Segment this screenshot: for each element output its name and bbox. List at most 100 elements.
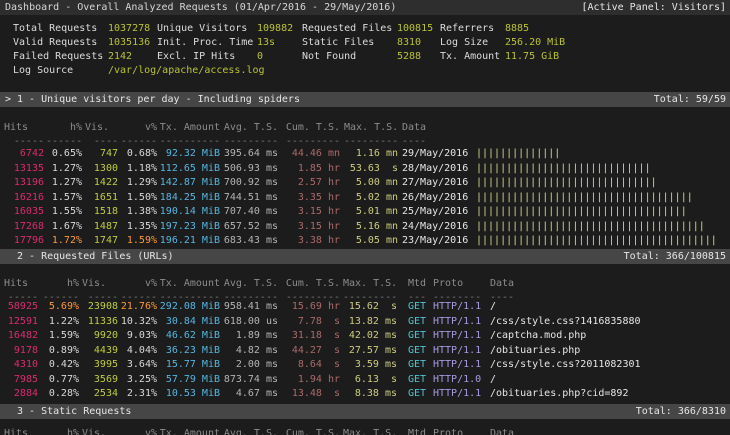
- table-row[interactable]: 131351.27%13001.18%112.65 MiB506.93 ms1.…: [0, 162, 730, 176]
- cell-h_pct: 0.89%: [42, 344, 79, 358]
- cell-h_pct: 0.77%: [42, 373, 79, 387]
- cell-mtd: GET: [408, 344, 433, 358]
- table-row[interactable]: 589255.69%2390821.76%292.08 MiB958.41 ms…: [0, 300, 730, 314]
- cell-bars: ||||||||||||||||||||||||||||||||||||: [476, 191, 728, 205]
- cell-bars: ||||||||||||||||||||||||||||||||||||||||: [476, 234, 728, 248]
- cell-cum: 15.69 hr: [282, 300, 340, 314]
- column-header-row: Hitsh%Vis.v%Tx. AmountAvg. T.S.Cum. T.S.…: [0, 427, 730, 435]
- table-row[interactable]: 162161.57%16511.50%184.25 MiB744.51 ms3.…: [0, 191, 730, 205]
- cell-proto: HTTP/1.1: [433, 329, 488, 343]
- column-header-proto: Proto: [433, 427, 488, 435]
- cell-tx: 92.32 MiB: [158, 147, 220, 161]
- column-header-hits: Hits: [4, 427, 38, 435]
- table-row[interactable]: 91780.89%44394.04%36.23 MiB4.82 ms44.27 …: [0, 344, 730, 358]
- cell-cum: 3.15 hr: [282, 220, 340, 234]
- cell-proto: HTTP/1.0: [433, 373, 488, 387]
- cell-v_pct: 1.18%: [120, 162, 157, 176]
- table-row[interactable]: 79850.77%35693.25%57.79 MiB873.74 ms1.94…: [0, 373, 730, 387]
- cell-hits: 17268: [4, 220, 44, 234]
- cell-avg: 873.74 ms: [222, 373, 278, 387]
- cell-tx: 10.53 MiB: [158, 387, 220, 401]
- cell-data: 23/May/2016: [402, 234, 472, 248]
- cell-bars: ||||||||||||||: [476, 147, 728, 161]
- active-panel-indicator: [Active Panel: Visitors]: [582, 0, 727, 15]
- cell-max: 15.62 s: [343, 300, 397, 314]
- column-header-tx: Tx. Amount: [158, 121, 220, 135]
- cell-tx: 292.08 MiB: [158, 300, 220, 314]
- column-header-tx: Tx. Amount: [158, 427, 220, 435]
- panel-1-title: 1 - Unique visitors per day - Including …: [17, 92, 300, 107]
- cell-hits: 2884: [4, 387, 38, 401]
- table-row[interactable]: 160351.55%15181.38%190.14 MiB707.40 ms3.…: [0, 205, 730, 219]
- cell-cum: 1.94 hr: [282, 373, 340, 387]
- cell-tx: 15.77 MiB: [158, 358, 220, 372]
- cell-mtd: GET: [408, 373, 433, 387]
- cell-url: /css/style.css?2011082301: [490, 358, 728, 372]
- column-header-hits: Hits: [4, 277, 38, 291]
- table-row[interactable]: 172681.67%14871.35%197.23 MiB657.52 ms3.…: [0, 220, 730, 234]
- column-header-h_pct: h%: [42, 427, 79, 435]
- column-header-row: Hitsh%Vis.v%Tx. AmountAvg. T.S.Cum. T.S.…: [0, 277, 730, 291]
- title-bar: Dashboard - Overall Analyzed Requests (0…: [0, 0, 730, 15]
- cell-vis: 1422: [85, 176, 118, 190]
- summary-row: Valid Requests1035136Init. Proc. Time13s…: [0, 36, 730, 50]
- cell-h_pct: 5.69%: [42, 300, 79, 314]
- cell-cum: 44.46 mn: [282, 147, 340, 161]
- cell-avg: 4.67 ms: [222, 387, 278, 401]
- cell-max: 27.57 ms: [343, 344, 397, 358]
- cell-v_pct: 1.59%: [120, 234, 157, 248]
- cell-vis: 9920: [82, 329, 118, 343]
- panel-3-total: Total: 366/8310: [636, 404, 726, 419]
- cell-vis: 1651: [85, 191, 118, 205]
- cell-v_pct: 1.38%: [120, 205, 157, 219]
- cell-proto: HTTP/1.1: [433, 300, 488, 314]
- cell-data: 27/May/2016: [402, 176, 472, 190]
- panel-1-header[interactable]: > 1 - Unique visitors per day - Includin…: [0, 92, 730, 107]
- table-row[interactable]: 43100.42%39953.64%15.77 MiB2.00 ms8.64 s…: [0, 358, 730, 372]
- cell-vis: 1518: [85, 205, 118, 219]
- panel-1-total: Total: 59/59: [654, 92, 726, 107]
- table-row[interactable]: 131961.27%14221.29%142.87 MiB700.92 ms2.…: [0, 176, 730, 190]
- column-header-data: Data: [402, 121, 472, 135]
- cell-proto: HTTP/1.1: [433, 344, 488, 358]
- cell-avg: 958.41 ms: [222, 300, 278, 314]
- cell-max: 1.16 mn: [344, 147, 398, 161]
- cell-avg: 744.51 ms: [222, 191, 278, 205]
- column-header-proto: Proto: [433, 277, 488, 291]
- cell-max: 13.82 ms: [343, 315, 397, 329]
- cell-tx: 184.25 MiB: [158, 191, 220, 205]
- cell-avg: 618.00 us: [222, 315, 278, 329]
- table-row[interactable]: 177961.72%17471.59%196.21 MiB683.43 ms3.…: [0, 234, 730, 248]
- cell-h_pct: 1.27%: [46, 162, 82, 176]
- table-row[interactable]: 164821.59%99209.03%46.62 MiB1.89 ms31.18…: [0, 329, 730, 343]
- cell-max: 5.02 mn: [344, 191, 398, 205]
- cell-url: /obituaries.php: [490, 344, 728, 358]
- table-row[interactable]: 125911.22%1133610.32%30.84 MiB618.00 us7…: [0, 315, 730, 329]
- cell-cum: 3.35 hr: [282, 191, 340, 205]
- cell-data: 29/May/2016: [402, 147, 472, 161]
- panel-3-header[interactable]: 3 - Static Requests Total: 366/8310: [0, 404, 730, 419]
- cell-max: 5.01 mn: [344, 205, 398, 219]
- cell-avg: 506.93 ms: [222, 162, 278, 176]
- cell-tx: 190.14 MiB: [158, 205, 220, 219]
- cell-max: 5.05 mn: [344, 234, 398, 248]
- cell-v_pct: 3.25%: [120, 373, 157, 387]
- cell-v_pct: 1.35%: [120, 220, 157, 234]
- table-row[interactable]: 67420.65%7470.68%92.32 MiB395.64 ms44.46…: [0, 147, 730, 161]
- cell-v_pct: 9.03%: [120, 329, 157, 343]
- table-row[interactable]: 28840.28%25342.31%10.53 MiB4.67 ms13.48 …: [0, 387, 730, 401]
- cell-tx: 196.21 MiB: [158, 234, 220, 248]
- summary-row: Failed Requests2142Excl. IP Hits0Not Fou…: [0, 50, 730, 64]
- column-header-hits: Hits: [4, 121, 44, 135]
- cell-mtd: GET: [408, 387, 433, 401]
- cell-avg: 4.82 ms: [222, 344, 278, 358]
- column-header-max: Max. T.S.: [343, 277, 397, 291]
- cell-hits: 16482: [4, 329, 38, 343]
- cell-v_pct: 10.32%: [120, 315, 157, 329]
- cell-cum: 7.78 s: [282, 315, 340, 329]
- panel-2-header[interactable]: 2 - Requested Files (URLs) Total: 366/10…: [0, 249, 730, 264]
- cell-hits: 13196: [4, 176, 44, 190]
- cell-h_pct: 0.42%: [42, 358, 79, 372]
- cell-hits: 12591: [4, 315, 38, 329]
- cell-bars: |||||||||||||||||||||||||||||||||||: [476, 205, 728, 219]
